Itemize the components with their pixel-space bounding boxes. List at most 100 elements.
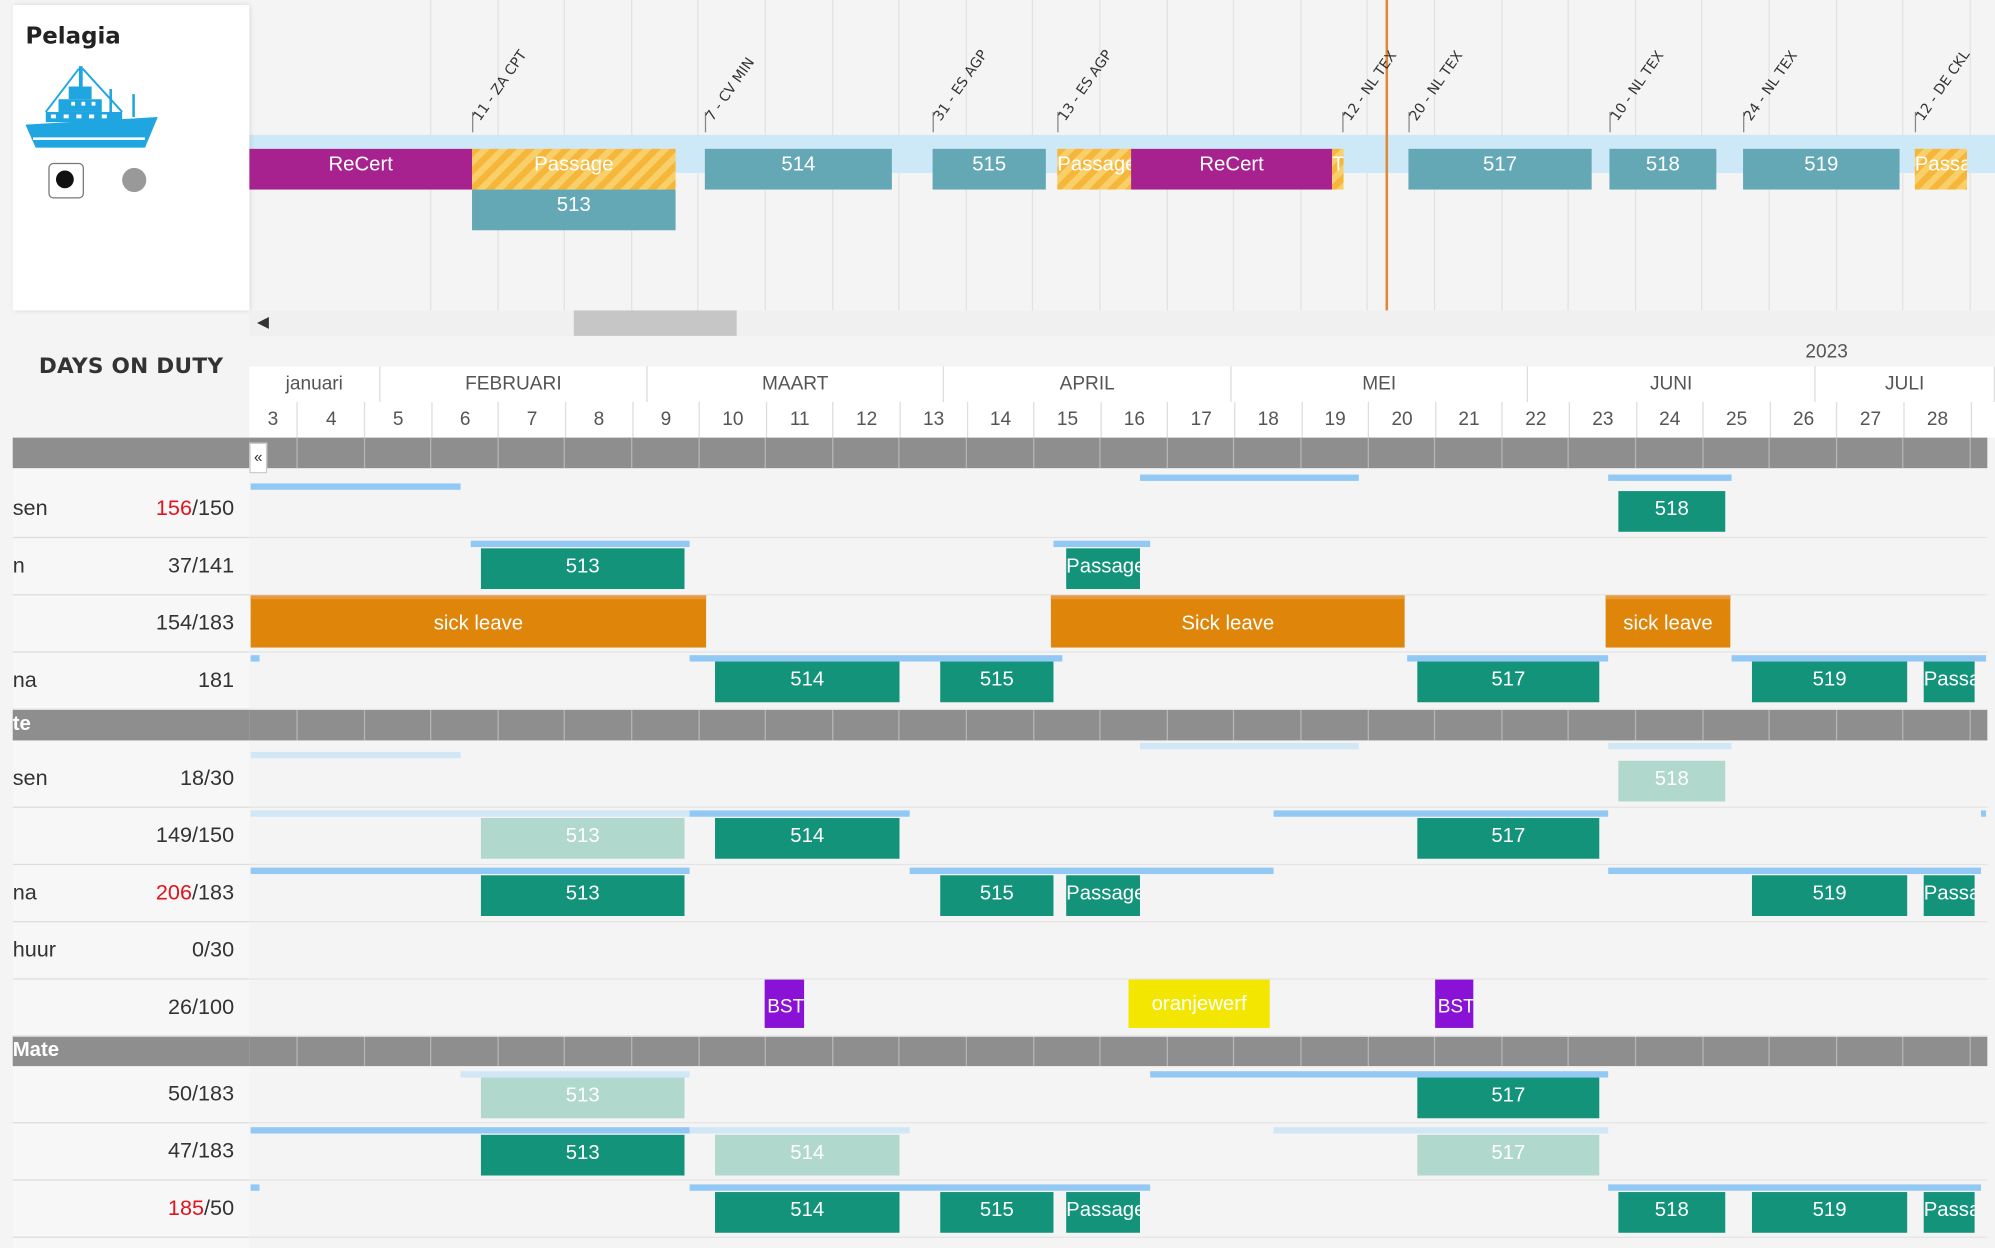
availability-line bbox=[250, 655, 260, 662]
grid-cell bbox=[1501, 709, 1503, 741]
availability-line bbox=[689, 1127, 910, 1134]
assignment-bar[interactable]: Passage bbox=[1066, 875, 1140, 916]
voyage-bar[interactable]: Passage bbox=[472, 148, 676, 190]
grid-cell bbox=[1434, 1035, 1436, 1067]
voyage-bar[interactable]: 518 bbox=[1609, 148, 1717, 190]
voyage-bar[interactable]: 519 bbox=[1743, 148, 1900, 190]
assignment-bar[interactable]: 513 bbox=[480, 875, 685, 916]
assignment-bar[interactable]: 518 bbox=[1618, 1192, 1726, 1233]
row-divider bbox=[249, 806, 1988, 808]
availability-line bbox=[1273, 810, 1609, 817]
grid-cell bbox=[1166, 437, 1168, 469]
assignment-bar[interactable]: 518 bbox=[1618, 760, 1726, 802]
row-divider bbox=[249, 1179, 1988, 1181]
assignment-bar[interactable]: 514 bbox=[715, 1134, 900, 1176]
sick-leave-bar[interactable]: sick leave bbox=[250, 595, 707, 648]
availability-line bbox=[1608, 867, 1981, 875]
assignment-bar[interactable]: Passa bbox=[1923, 875, 1975, 916]
grid-cell bbox=[1768, 1035, 1771, 1067]
assignment-bar[interactable]: Passa bbox=[1923, 661, 1975, 703]
assignment-bar[interactable]: 514 bbox=[715, 1192, 900, 1233]
voyage-bar[interactable]: T bbox=[1332, 148, 1344, 190]
grid-cell bbox=[1367, 437, 1369, 469]
assignment-bar[interactable]: 514 bbox=[715, 818, 900, 859]
assignment-bar[interactable]: Passa bbox=[1923, 1192, 1975, 1233]
assignment-bar[interactable]: 515 bbox=[940, 875, 1054, 916]
availability-line bbox=[1053, 540, 1151, 548]
grid-cell bbox=[697, 709, 700, 741]
voyage-bar[interactable]: ReCert bbox=[1131, 148, 1333, 190]
grid-cell bbox=[1634, 709, 1637, 741]
grid-cell bbox=[564, 437, 566, 469]
grid-cell bbox=[1835, 709, 1837, 741]
assignment-bar[interactable]: 515 bbox=[940, 661, 1054, 703]
assignment-bar[interactable]: 513 bbox=[480, 1134, 685, 1176]
grid-cell bbox=[363, 1035, 365, 1067]
assignment-bar[interactable]: 517 bbox=[1417, 1134, 1600, 1176]
voyage-bar[interactable]: ReCert bbox=[249, 148, 473, 190]
sick-leave-bar[interactable]: sick leave bbox=[1605, 595, 1731, 648]
grid-cell bbox=[1367, 709, 1369, 741]
assignment-bar[interactable]: Passage bbox=[1066, 1192, 1140, 1233]
grid-cell bbox=[1501, 437, 1503, 469]
assignment-bar[interactable]: 517 bbox=[1417, 661, 1600, 703]
yard-bar[interactable]: oranjewerf bbox=[1128, 979, 1270, 1028]
availability-line bbox=[470, 540, 690, 548]
grid-cell bbox=[296, 709, 298, 741]
grid-cell bbox=[1032, 1035, 1034, 1067]
availability-line bbox=[909, 867, 1274, 875]
grid-cell bbox=[430, 1035, 432, 1067]
assignment-bar[interactable]: 513 bbox=[480, 548, 685, 590]
assignment-bar[interactable]: 517 bbox=[1417, 818, 1600, 859]
grid-cell bbox=[430, 709, 432, 741]
grid-cell bbox=[1434, 709, 1436, 741]
grid-cell bbox=[430, 437, 432, 469]
assignment-bar[interactable]: 513 bbox=[480, 1077, 685, 1119]
grid-cell bbox=[831, 709, 834, 741]
voyage-bar[interactable]: 517 bbox=[1408, 148, 1592, 190]
collapse-button[interactable]: « bbox=[249, 442, 268, 474]
grid-cell bbox=[1835, 437, 1837, 469]
grid-cell bbox=[564, 709, 566, 741]
voyage-bar[interactable]: 514 bbox=[704, 148, 892, 190]
assignment-bar[interactable]: 519 bbox=[1751, 1192, 1908, 1233]
assignment-bar[interactable]: Passage bbox=[1066, 548, 1140, 590]
voyage-bar[interactable]: Passa bbox=[1914, 148, 1967, 190]
assignment-bar[interactable]: 519 bbox=[1751, 875, 1908, 916]
section-timeline-bar bbox=[249, 1035, 1988, 1067]
grid-cell bbox=[764, 709, 767, 741]
row-divider bbox=[249, 651, 1988, 653]
grid-cell bbox=[631, 709, 633, 741]
grid-cell bbox=[1501, 1035, 1503, 1067]
grid-cell bbox=[1099, 437, 1101, 469]
assignment-bar[interactable]: 515 bbox=[940, 1192, 1054, 1233]
assignment-bar[interactable]: 513 bbox=[480, 818, 685, 859]
sick-leave-bar[interactable]: Sick leave bbox=[1050, 595, 1405, 648]
voyage-bar[interactable]: Passage bbox=[1057, 148, 1132, 190]
row-divider bbox=[249, 863, 1988, 866]
grid-cell bbox=[1969, 709, 1971, 741]
grid-cell bbox=[965, 709, 967, 741]
grid-cell bbox=[1902, 437, 1904, 469]
grid-cell bbox=[831, 1035, 834, 1067]
grid-cell bbox=[296, 1035, 298, 1067]
grid-cell bbox=[1032, 437, 1034, 469]
grid-cell bbox=[363, 437, 365, 469]
assignment-bar[interactable]: 517 bbox=[1417, 1077, 1600, 1119]
grid-cell bbox=[1969, 437, 1971, 469]
assignment-bar[interactable]: 518 bbox=[1618, 491, 1726, 532]
voyage-bar[interactable]: 513 bbox=[472, 189, 676, 231]
row-divider bbox=[249, 536, 1988, 539]
availability-line bbox=[1980, 810, 1987, 817]
grid-cell bbox=[1300, 1035, 1302, 1067]
grid-cell bbox=[697, 437, 700, 469]
training-bar[interactable]: BST bbox=[764, 979, 805, 1028]
training-bar[interactable]: BST bbox=[1435, 979, 1474, 1028]
grid-cell bbox=[764, 1035, 767, 1067]
row-divider bbox=[249, 921, 1988, 923]
voyage-bar[interactable]: 515 bbox=[932, 148, 1046, 190]
assignment-bar[interactable]: 514 bbox=[715, 661, 900, 703]
grid-cell bbox=[1567, 709, 1570, 741]
grid-cell bbox=[1768, 709, 1771, 741]
assignment-bar[interactable]: 519 bbox=[1751, 661, 1908, 703]
